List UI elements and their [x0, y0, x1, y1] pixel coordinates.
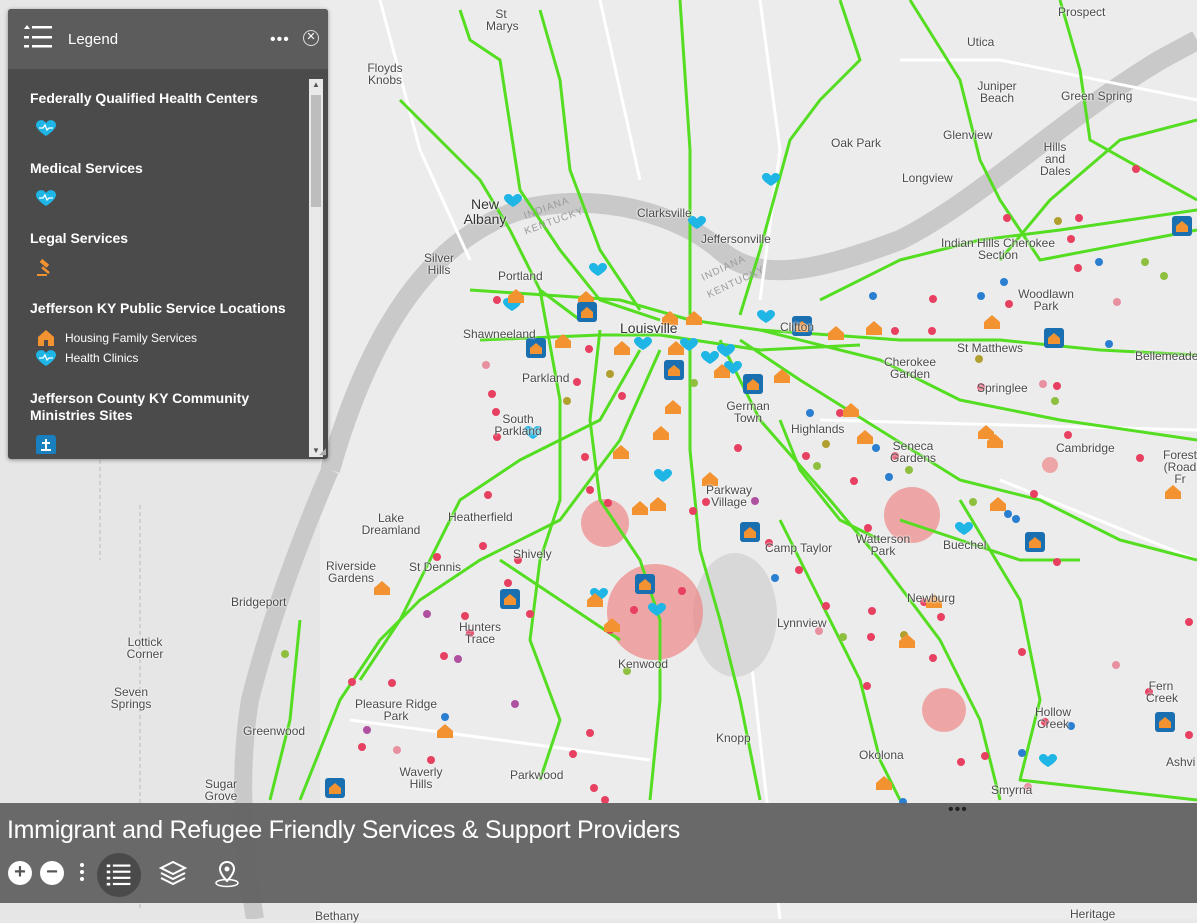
- health-clinic-icon: [36, 350, 56, 366]
- place-label: Longview: [902, 171, 953, 185]
- place-label: St Marys: [486, 7, 519, 33]
- legend-scrollbar[interactable]: ▲ ▼: [309, 79, 323, 457]
- place-label: Floyds Knobs: [367, 61, 403, 87]
- zoom-in-button[interactable]: +: [8, 861, 32, 885]
- place-label: Seven Springs: [110, 685, 152, 711]
- gavel-icon: [37, 259, 50, 276]
- place-label: Riverside Gardens: [325, 559, 376, 585]
- place-label: Shawneeland: [463, 327, 536, 341]
- legend-panel: Legend ••• ✕ Federally Qualified Health …: [8, 9, 328, 459]
- place-label: Hollow Creek: [1034, 705, 1071, 731]
- layers-icon[interactable]: [158, 859, 188, 889]
- place-label: Portland: [498, 269, 543, 283]
- place-label: Kenwood: [618, 657, 669, 671]
- legend-section-title: Jefferson County KY Community Ministries…: [30, 390, 250, 423]
- place-label: Clarksville: [637, 206, 692, 220]
- place-label: Knopp: [716, 731, 751, 745]
- place-label: Highlands: [791, 422, 845, 436]
- scroll-up-arrow[interactable]: ▲: [309, 79, 323, 91]
- place-label: Heritage: [1070, 907, 1116, 921]
- place-label: Bellemeade: [1135, 349, 1197, 363]
- place-label: Ashvi: [1166, 755, 1196, 769]
- place-label: Indian Hills Cherokee Section: [940, 236, 1056, 262]
- bottom-bar: ••• Immigrant and Refugee Friendly Servi…: [0, 801, 1197, 903]
- health-center-icon: [36, 120, 56, 136]
- ministry-site-icon: [36, 435, 56, 454]
- place-label: Greenwood: [243, 724, 306, 738]
- place-label: Glenview: [943, 128, 993, 142]
- place-label: Pleasure Ridge Park: [354, 697, 438, 723]
- house-icon: [38, 330, 54, 346]
- place-label: Smyrna: [991, 783, 1033, 797]
- place-label: Juniper Beach: [977, 79, 1017, 105]
- place-label: Parkwood: [510, 768, 564, 782]
- legend-list-icon: [106, 864, 131, 886]
- place-label: Fern Creek: [1146, 679, 1179, 705]
- place-label: Forest (Road Fr: [1162, 448, 1197, 486]
- place-label: Bridgeport: [231, 595, 287, 609]
- place-label: Lake Dreamland: [361, 511, 421, 537]
- place-label: Cherokee Garden: [884, 355, 937, 381]
- legend-header: Legend ••• ✕: [8, 9, 328, 69]
- place-label: Sugar Grove: [204, 777, 238, 803]
- place-label: Lynnview: [777, 616, 827, 630]
- medical-heart-icon: [36, 190, 56, 206]
- legend-list-icon: [24, 25, 52, 48]
- place-label: Seneca Gardens: [889, 439, 937, 465]
- place-label: St Matthews: [957, 341, 1024, 355]
- place-label: Hills and Dales: [1040, 140, 1071, 178]
- place-label: Okolona: [859, 748, 904, 762]
- place-label: Buechel: [943, 538, 987, 552]
- place-label: Jeffersonville: [701, 232, 771, 246]
- legend-button[interactable]: [97, 853, 141, 897]
- legend-section-title: Jefferson KY Public Service Locations: [30, 300, 286, 316]
- zoom-out-button[interactable]: −: [40, 861, 64, 885]
- app-title: Immigrant and Refugee Friendly Services …: [7, 816, 680, 844]
- place-label: New Albany: [463, 196, 507, 227]
- place-label: Newburg: [907, 591, 956, 605]
- legend-more-button[interactable]: •••: [270, 31, 290, 49]
- place-label: Clifton: [780, 320, 815, 334]
- place-label: Waverly Hills: [399, 765, 443, 791]
- place-label: Utica: [967, 35, 995, 49]
- place-label: Watterson Park: [855, 532, 911, 558]
- place-label: Springlee: [977, 381, 1028, 395]
- place-label: Green Spring: [1061, 89, 1133, 103]
- scroll-thumb[interactable]: [311, 95, 321, 207]
- place-label: Bethany: [315, 909, 360, 923]
- legend-item-label: Health Clinics: [65, 351, 139, 365]
- place-label: Silver Hills: [423, 251, 454, 277]
- legend-close-button[interactable]: ✕: [303, 30, 319, 46]
- legend-section-title: Federally Qualified Health Centers: [30, 90, 258, 106]
- place-label: Woodlawn Park: [1018, 287, 1074, 313]
- resize-handle-icon[interactable]: ◢: [319, 446, 326, 457]
- place-label: Camp Taylor: [765, 541, 833, 555]
- locate-pin-icon[interactable]: [212, 859, 242, 889]
- legend-item-label: Housing Family Services: [65, 331, 198, 345]
- place-label: Lottick Corner: [126, 635, 164, 661]
- more-tools-button[interactable]: [78, 860, 86, 888]
- place-label: German Town: [726, 399, 770, 425]
- place-label: South Parkland: [494, 412, 542, 438]
- place-label: Shively: [513, 547, 552, 561]
- bottom-bar-more-button[interactable]: •••: [948, 801, 968, 819]
- place-label: Parkland: [522, 371, 570, 385]
- place-label: Cambridge: [1056, 441, 1115, 455]
- place-label: Prospect: [1058, 5, 1106, 19]
- place-label: St Dennis: [409, 560, 462, 574]
- legend-section-title: Legal Services: [30, 230, 129, 246]
- place-label: Heatherfield: [448, 510, 513, 524]
- legend-title: Legend: [68, 31, 119, 48]
- place-label: Parkway Village: [705, 483, 752, 509]
- legend-section-title: Medical Services: [30, 160, 143, 176]
- legend-body: Federally Qualified Health Centers Medic…: [8, 69, 308, 454]
- place-label: Louisville: [620, 320, 678, 336]
- place-label: Oak Park: [831, 136, 882, 150]
- place-label: Hunters Trace: [458, 620, 502, 646]
